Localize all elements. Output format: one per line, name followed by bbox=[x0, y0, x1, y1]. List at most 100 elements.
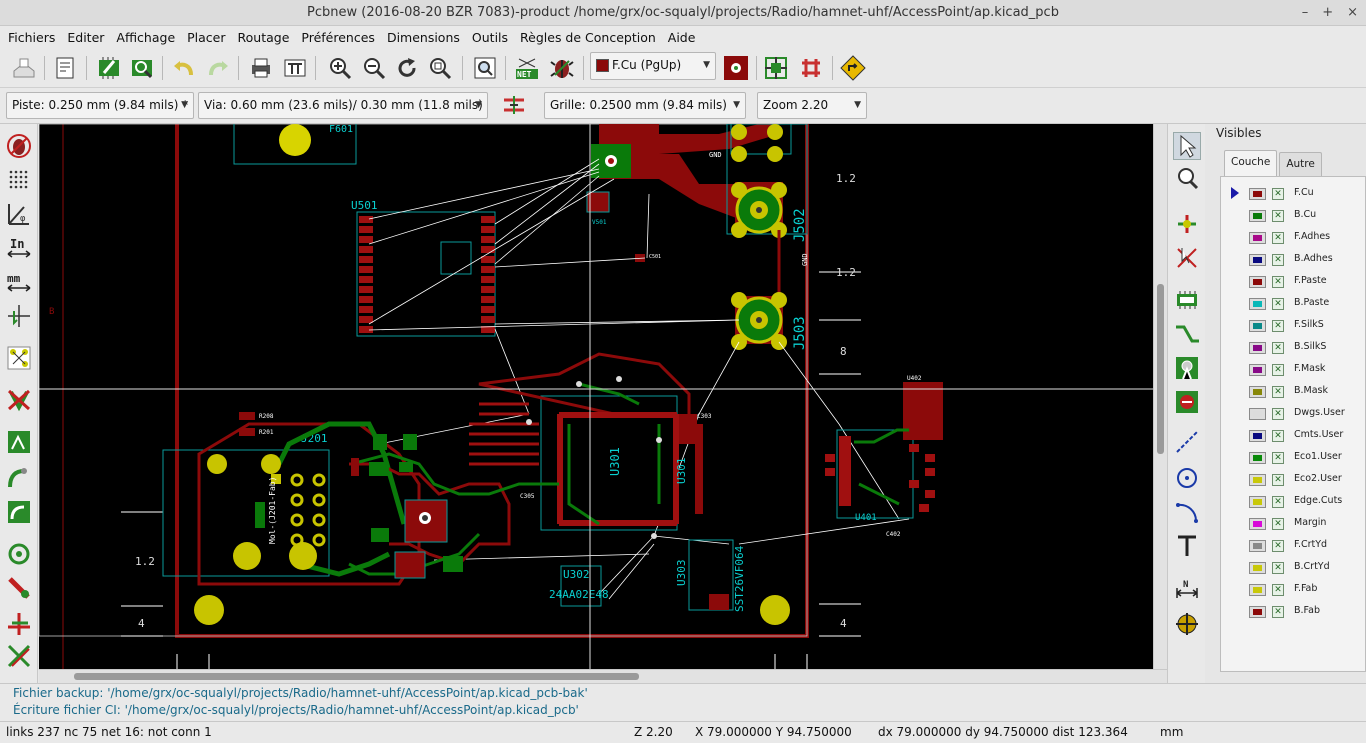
footprint-icon[interactable] bbox=[1173, 286, 1201, 314]
layer-color-swatch[interactable] bbox=[1249, 540, 1266, 552]
layer-color-swatch[interactable] bbox=[1249, 452, 1266, 464]
auto-track-width-icon[interactable] bbox=[500, 91, 528, 119]
ratsnest-icon[interactable] bbox=[5, 344, 33, 372]
drc-off-icon[interactable] bbox=[5, 132, 33, 160]
print-icon[interactable] bbox=[247, 54, 275, 82]
find-icon[interactable] bbox=[471, 54, 499, 82]
grid-icon[interactable] bbox=[5, 166, 33, 194]
layer-visibility-checkbox[interactable]: ✕ bbox=[1272, 562, 1284, 574]
layer-color-swatch[interactable] bbox=[1249, 562, 1266, 574]
tab-autre[interactable]: Autre bbox=[1279, 152, 1322, 176]
via-icon[interactable] bbox=[1173, 354, 1201, 382]
tab-couche[interactable]: Couche bbox=[1224, 150, 1278, 176]
keepout-icon[interactable] bbox=[1173, 388, 1201, 416]
page-settings-icon[interactable] bbox=[51, 54, 79, 82]
layer-visibility-checkbox[interactable]: ✕ bbox=[1272, 474, 1284, 486]
layer-row[interactable]: ✕ B.SilkS bbox=[1221, 337, 1366, 359]
target-icon[interactable] bbox=[1173, 610, 1201, 638]
layer-color-swatch[interactable] bbox=[1249, 342, 1266, 354]
layer-row[interactable]: ✕ B.Paste bbox=[1221, 293, 1366, 315]
dimension-icon[interactable]: N bbox=[1173, 576, 1201, 604]
layer-visibility-checkbox[interactable]: ✕ bbox=[1272, 188, 1284, 200]
vertical-scroll-thumb[interactable] bbox=[1157, 284, 1164, 454]
layer-row[interactable]: ✕ Dwgs.User bbox=[1221, 403, 1366, 425]
module-place-icon[interactable] bbox=[1173, 244, 1201, 272]
arc-icon[interactable] bbox=[1173, 498, 1201, 526]
drc-icon[interactable] bbox=[548, 54, 576, 82]
layer-row[interactable]: ✕ Margin bbox=[1221, 513, 1366, 535]
layer-visibility-checkbox[interactable]: ✕ bbox=[1272, 232, 1284, 244]
layer-visibility-checkbox[interactable]: ✕ bbox=[1272, 496, 1284, 508]
microwave-icon[interactable] bbox=[5, 642, 33, 670]
local-ratsnest-icon-right[interactable] bbox=[1173, 210, 1201, 238]
layer-color-swatch[interactable] bbox=[1249, 276, 1266, 288]
maximize-button[interactable]: + bbox=[1322, 0, 1333, 26]
layer-row[interactable]: ✕ F.Fab bbox=[1221, 579, 1366, 601]
layer-color-swatch[interactable] bbox=[1249, 386, 1266, 398]
layer-color-swatch[interactable] bbox=[1249, 232, 1266, 244]
zone-fill-icon[interactable] bbox=[5, 428, 33, 456]
menu-routage[interactable]: Routage bbox=[232, 30, 296, 45]
layer-color-swatch[interactable] bbox=[1249, 364, 1266, 376]
menu-outils[interactable]: Outils bbox=[466, 30, 514, 45]
text-icon[interactable] bbox=[1173, 532, 1201, 560]
canvas-vertical-scrollbar[interactable] bbox=[1153, 124, 1167, 669]
layer-visibility-checkbox[interactable]: ✕ bbox=[1272, 342, 1284, 354]
layer-color-swatch[interactable] bbox=[1249, 210, 1266, 222]
layer-color-swatch[interactable] bbox=[1249, 606, 1266, 618]
layer-row[interactable]: ✕ B.Adhes bbox=[1221, 249, 1366, 271]
layer-row[interactable]: ✕ F.SilkS bbox=[1221, 315, 1366, 337]
menu-placer[interactable]: Placer bbox=[181, 30, 231, 45]
pcb-canvas[interactable]: B 1.2 1.2 8 1.2 4 4 F601 U501 V501 GND C… bbox=[39, 124, 1153, 669]
menu-aide[interactable]: Aide bbox=[662, 30, 702, 45]
layer-row[interactable]: ✕ F.CrtYd bbox=[1221, 535, 1366, 557]
redraw-icon[interactable] bbox=[393, 54, 421, 82]
horizontal-scroll-thumb[interactable] bbox=[74, 673, 639, 680]
via-sketch-icon[interactable] bbox=[5, 498, 33, 526]
redo-icon[interactable] bbox=[204, 54, 232, 82]
auto-route-icon[interactable] bbox=[797, 54, 825, 82]
undo-icon[interactable] bbox=[170, 54, 198, 82]
layer-row[interactable]: ✕ Eco2.User bbox=[1221, 469, 1366, 491]
layer-row[interactable]: ✕ B.Fab bbox=[1221, 601, 1366, 623]
layer-visibility-checkbox[interactable]: ✕ bbox=[1272, 430, 1284, 442]
layer-select[interactable]: F.Cu (PgUp) ▼ bbox=[590, 52, 716, 80]
layer-color-swatch[interactable] bbox=[1249, 496, 1266, 508]
track-width-select[interactable]: Piste: 0.250 mm (9.84 mils) * ▼ bbox=[6, 92, 194, 119]
module-editor-icon[interactable] bbox=[95, 54, 123, 82]
polar-coords-icon[interactable]: φ bbox=[5, 200, 33, 228]
layer-color-swatch[interactable] bbox=[1249, 518, 1266, 530]
menu-dimensions[interactable]: Dimensions bbox=[381, 30, 466, 45]
zoom-fit-icon[interactable] bbox=[426, 54, 454, 82]
units-inch-icon[interactable]: In bbox=[5, 234, 33, 262]
highlight-net-icon[interactable] bbox=[1173, 164, 1201, 192]
layer-color-swatch[interactable] bbox=[1249, 408, 1266, 420]
auto-place-icon[interactable] bbox=[762, 54, 790, 82]
layer-visibility-checkbox[interactable]: ✕ bbox=[1272, 276, 1284, 288]
track-sketch-icon[interactable] bbox=[5, 540, 33, 568]
layer-pair-icon[interactable] bbox=[722, 54, 750, 82]
layer-row[interactable]: ✕ B.Mask bbox=[1221, 381, 1366, 403]
select-arrow-icon[interactable] bbox=[1173, 132, 1201, 160]
layer-visibility-checkbox[interactable]: ✕ bbox=[1272, 298, 1284, 310]
layer-color-swatch[interactable] bbox=[1249, 298, 1266, 310]
cursor-shape-icon[interactable] bbox=[5, 302, 33, 330]
via-size-select[interactable]: Via: 0.60 mm (23.6 mils)/ 0.30 mm (11.8 … bbox=[198, 92, 488, 119]
zoom-out-icon[interactable] bbox=[360, 54, 388, 82]
track-route-icon[interactable] bbox=[1173, 320, 1201, 348]
layer-row[interactable]: ✕ F.Mask bbox=[1221, 359, 1366, 381]
module-viewer-icon[interactable] bbox=[128, 54, 156, 82]
circle-icon[interactable] bbox=[1173, 464, 1201, 492]
layer-visibility-checkbox[interactable]: ✕ bbox=[1272, 254, 1284, 266]
hc-mode-icon[interactable] bbox=[5, 574, 33, 602]
layer-row[interactable]: ✕ Eco1.User bbox=[1221, 447, 1366, 469]
grid-select[interactable]: Grille: 0.2500 mm (9.84 mils) ▼ bbox=[544, 92, 746, 119]
layer-color-swatch[interactable] bbox=[1249, 430, 1266, 442]
zoom-select[interactable]: Zoom 2.20 ▼ bbox=[757, 92, 867, 119]
layer-visibility-checkbox[interactable]: ✕ bbox=[1272, 452, 1284, 464]
menu-preferences[interactable]: Préférences bbox=[295, 30, 381, 45]
layer-row[interactable]: ✕ F.Paste bbox=[1221, 271, 1366, 293]
close-button[interactable]: × bbox=[1347, 0, 1358, 26]
layer-visibility-checkbox[interactable]: ✕ bbox=[1272, 540, 1284, 552]
layer-visibility-checkbox[interactable]: ✕ bbox=[1272, 584, 1284, 596]
